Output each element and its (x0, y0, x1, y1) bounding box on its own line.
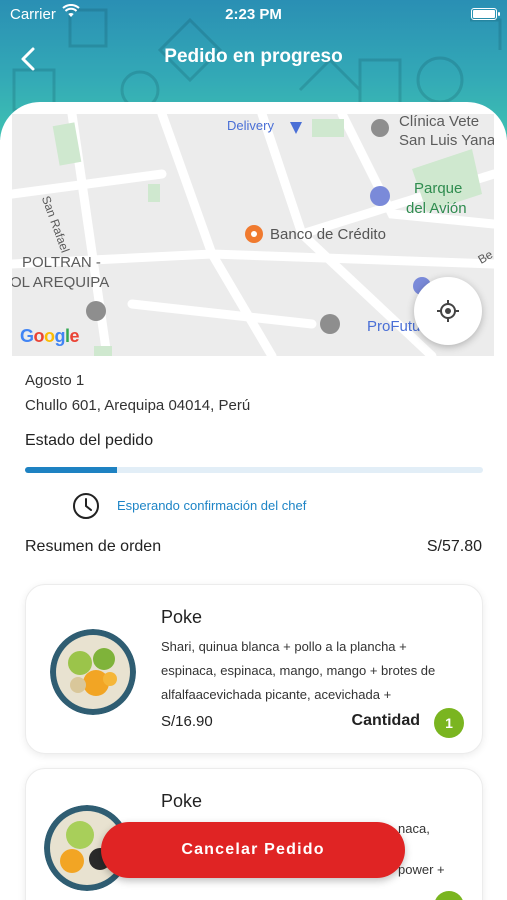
item-name: Poke (161, 607, 203, 627)
order-address: Chullo 601, Arequipa 04014, Perú (25, 397, 251, 414)
battery-icon (471, 8, 500, 20)
map-label-arequipa: OL AREQUIPA (12, 274, 110, 291)
status-bar: Carrier 2:23 PM (0, 0, 507, 30)
item-quantity-badge: 1 (434, 708, 464, 738)
cancel-order-button[interactable]: Cancelar Pedido (101, 822, 405, 878)
order-progress-fill (25, 467, 117, 473)
item-description: Shari, quinua blanca + pollo a la planch… (161, 639, 436, 702)
item-name: Poke (161, 791, 203, 811)
order-item-card: Poke Shari, quinua blanca + pollo a la p… (25, 584, 483, 754)
clock-time: 2:23 PM (225, 6, 282, 23)
item-description-fragment: power + (398, 862, 445, 877)
crosshair-icon (437, 300, 459, 322)
order-summary-label: Resumen de orden (25, 538, 162, 555)
map-label-clinica: Clínica Vete (399, 114, 480, 130)
map-label-del-avion: del Avión (406, 200, 467, 217)
map-label-san-luis: San Luis Yana (399, 132, 494, 149)
order-date: Agosto 1 (25, 372, 85, 389)
google-logo: Google (20, 326, 80, 346)
order-progress-bar (25, 467, 483, 473)
map-label-parque: Parque (414, 180, 463, 197)
item-price: S/16.90 (161, 713, 213, 730)
map-label-banco: Banco de Crédito (270, 226, 386, 243)
locate-me-button[interactable] (414, 277, 482, 345)
page-title: Pedido en progreso (164, 46, 343, 67)
item-quantity-label: Cantidad (351, 712, 420, 729)
clock-icon (73, 493, 99, 519)
map-label-delivery: Delivery (227, 118, 274, 133)
order-status-text: Esperando confirmación del chef (117, 498, 307, 513)
order-summary-total: S/57.80 (426, 538, 482, 555)
map-label-poltran: POLTRAN - (22, 254, 101, 271)
item-description-fragment: naca, (398, 821, 430, 836)
poke-bowl-image (50, 629, 136, 715)
order-status-title: Estado del pedido (25, 432, 154, 449)
item-quantity-badge (434, 891, 464, 900)
map-label-profutu: ProFutu (367, 318, 421, 335)
